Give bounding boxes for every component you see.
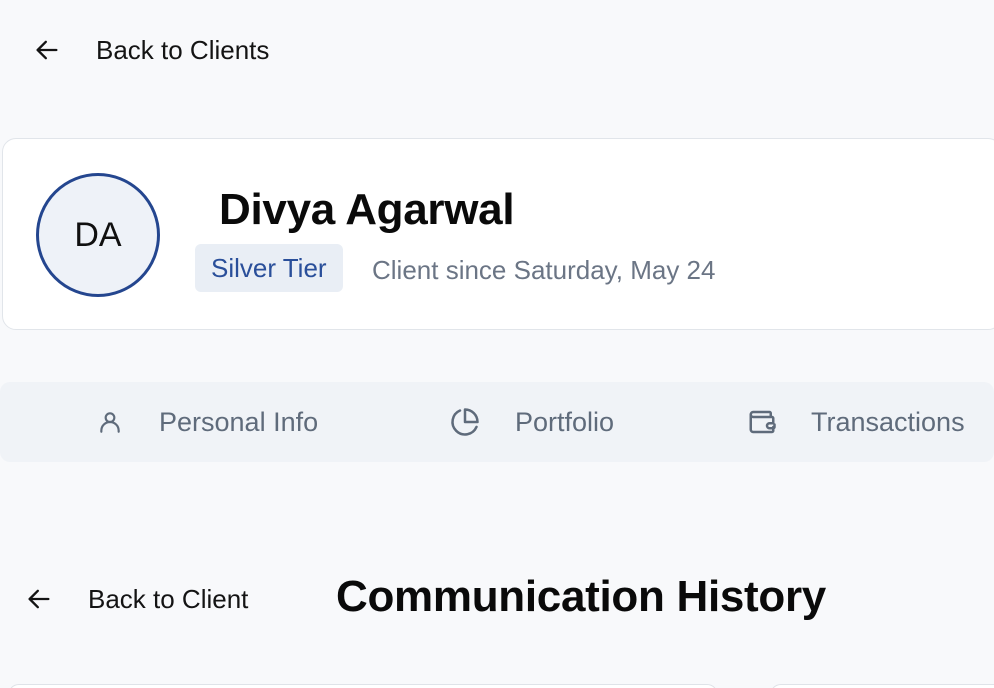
avatar: DA: [36, 173, 160, 297]
tier-badge: Silver Tier: [195, 244, 343, 292]
communication-history-title: Communication History: [336, 572, 826, 621]
tab-portfolio[interactable]: Portfolio: [450, 382, 614, 462]
back-to-client-label: Back to Client: [88, 583, 249, 614]
back-to-clients-label: Back to Clients: [96, 34, 270, 65]
client-header-card: DA Divya Agarwal Silver Tier Client sinc…: [2, 138, 994, 330]
side-panel: [770, 684, 994, 688]
client-tabs: Personal Info Portfolio Transactions: [0, 382, 994, 462]
tab-transactions[interactable]: Transactions: [747, 382, 965, 462]
client-detail-page: Back to Clients DA Divya Agarwal Silver …: [0, 0, 994, 688]
client-since-text: Client since Saturday, May 24: [372, 255, 716, 285]
tab-label: Transactions: [811, 406, 965, 437]
back-to-clients-link[interactable]: Back to Clients: [30, 26, 269, 74]
back-to-client-link[interactable]: Back to Client: [22, 576, 248, 622]
avatar-initials: DA: [74, 215, 122, 254]
client-name: Divya Agarwal: [219, 185, 515, 234]
communication-panel: [8, 684, 718, 688]
user-icon: [95, 407, 125, 437]
tier-badge-label: Silver Tier: [211, 252, 327, 283]
pie-chart-icon: [450, 407, 480, 437]
tab-label: Portfolio: [515, 406, 615, 437]
tab-label: Personal Info: [159, 406, 319, 437]
tab-personal-info[interactable]: Personal Info: [95, 382, 318, 462]
arrow-left-icon: [22, 582, 56, 616]
wallet-icon: [747, 407, 777, 437]
arrow-left-icon: [30, 33, 64, 67]
